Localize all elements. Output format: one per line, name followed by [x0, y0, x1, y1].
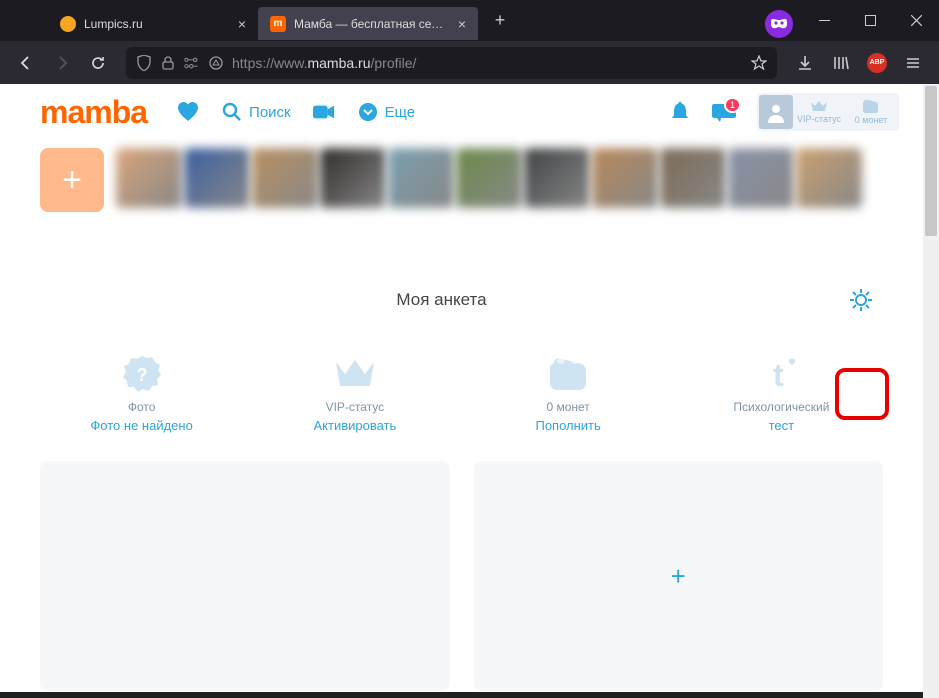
close-window-button[interactable]: [893, 0, 939, 41]
browser-tab-1[interactable]: m Мамба — бесплатная сеть зна ×: [258, 7, 478, 40]
notification-badge: 1: [724, 97, 741, 113]
panel-left[interactable]: [40, 461, 450, 691]
photo-thumb[interactable]: [456, 148, 522, 208]
photo-thumb[interactable]: [388, 148, 454, 208]
card-coins: 0 монет Пополнить: [467, 352, 670, 433]
library-button[interactable]: [825, 47, 857, 79]
panel-right[interactable]: +: [474, 461, 884, 691]
photo-thumb[interactable]: [592, 148, 658, 208]
abp-button[interactable]: ABP: [861, 47, 893, 79]
browser-tab-0[interactable]: Lumpics.ru ×: [48, 7, 258, 40]
downloads-button[interactable]: [789, 47, 821, 79]
nav-search-label: Поиск: [249, 104, 291, 121]
shield-icon[interactable]: [136, 55, 152, 71]
user-menu[interactable]: VIP-статус 0 монет: [757, 93, 899, 131]
scrollbar-thumb[interactable]: [925, 86, 937, 236]
photo-thumb[interactable]: [184, 148, 250, 208]
vertical-scrollbar[interactable]: [923, 84, 939, 698]
profile-title-row: Моя анкета: [0, 232, 923, 342]
svg-text:t: t: [773, 357, 784, 392]
page-title: Моя анкета: [40, 290, 843, 310]
question-badge-icon: ?: [120, 352, 164, 396]
chevron-down-circle-icon: [357, 101, 379, 123]
svg-text:?: ?: [136, 365, 147, 385]
messages-icon[interactable]: 1: [711, 99, 737, 125]
nav-more-label: Еще: [385, 104, 416, 121]
vip-chip[interactable]: VIP-статус: [793, 100, 845, 124]
card-test-action[interactable]: тест: [769, 418, 795, 433]
photo-thumb[interactable]: [524, 148, 590, 208]
photo-thumb[interactable]: [660, 148, 726, 208]
plus-icon: +: [671, 561, 686, 592]
coins-chip[interactable]: 0 монет: [845, 99, 897, 125]
tab-title-1: Мамба — бесплатная сеть зна: [294, 17, 446, 31]
favicon-lumpics: [60, 16, 76, 32]
card-coins-label: 0 монет: [546, 400, 589, 414]
crown-icon: [810, 100, 828, 112]
photo-thumb[interactable]: [320, 148, 386, 208]
photo-strip: +: [0, 140, 923, 232]
heart-icon: [177, 101, 199, 123]
bookmark-star-icon[interactable]: [751, 55, 767, 71]
menu-button[interactable]: [897, 47, 929, 79]
settings-button[interactable]: [843, 282, 879, 318]
photo-thumb[interactable]: [116, 148, 182, 208]
permissions-icon[interactable]: [184, 55, 200, 71]
lock-icon[interactable]: [160, 55, 176, 71]
nav-search[interactable]: Поиск: [213, 94, 299, 130]
tab-title-0: Lumpics.ru: [84, 17, 226, 31]
crown-large-icon: [333, 352, 377, 396]
reload-button[interactable]: [82, 47, 114, 79]
url-text: https://www.mamba.ru/profile/: [232, 55, 743, 71]
photo-thumb[interactable]: [796, 148, 862, 208]
search-icon: [221, 101, 243, 123]
minimize-button[interactable]: [801, 0, 847, 41]
profile-cards: ? Фото Фото не найдено VIP-статус Активи…: [0, 342, 923, 461]
video-icon: [313, 101, 335, 123]
forward-button[interactable]: [46, 47, 78, 79]
bell-icon[interactable]: [667, 99, 693, 125]
card-coins-action[interactable]: Пополнить: [535, 418, 600, 433]
close-icon[interactable]: ×: [234, 16, 250, 32]
card-test-label: Психологический: [733, 400, 829, 414]
back-button[interactable]: [10, 47, 42, 79]
card-photo-action[interactable]: Фото не найдено: [90, 418, 192, 433]
site-logo[interactable]: mamba: [40, 94, 147, 131]
card-test: t Психологический тест: [680, 352, 883, 433]
test-icon: t: [759, 352, 803, 396]
card-photo-label: Фото: [128, 400, 156, 414]
extension-mask-icon[interactable]: [765, 10, 793, 38]
wallet-large-icon: [546, 352, 590, 396]
add-photo-button[interactable]: +: [40, 148, 104, 212]
close-icon[interactable]: ×: [454, 16, 470, 32]
card-vip-action[interactable]: Активировать: [313, 418, 396, 433]
card-photo: ? Фото Фото не найдено: [40, 352, 243, 433]
browser-toolbar: https://www.mamba.ru/profile/ ABP: [0, 41, 939, 84]
wallet-icon: [862, 99, 880, 113]
card-vip-label: VIP-статус: [326, 400, 385, 414]
content-panels: +: [0, 461, 923, 691]
bottom-border: [0, 692, 923, 698]
nav-more[interactable]: Еще: [349, 94, 424, 130]
address-bar[interactable]: https://www.mamba.ru/profile/: [126, 47, 777, 79]
favicon-mamba: m: [270, 16, 286, 32]
maximize-button[interactable]: [847, 0, 893, 41]
gear-icon: [847, 286, 875, 314]
photo-thumb[interactable]: [728, 148, 794, 208]
info-icon[interactable]: [208, 55, 224, 71]
new-tab-button[interactable]: +: [486, 7, 514, 35]
nav-like[interactable]: [169, 94, 207, 130]
browser-titlebar: Lumpics.ru × m Мамба — бесплатная сеть з…: [0, 0, 939, 41]
card-vip: VIP-статус Активировать: [253, 352, 456, 433]
nav-video[interactable]: [305, 94, 343, 130]
window-controls: [801, 0, 939, 41]
avatar: [759, 95, 793, 129]
site-header: mamba Поиск Еще 1: [0, 84, 923, 140]
photo-thumb[interactable]: [252, 148, 318, 208]
